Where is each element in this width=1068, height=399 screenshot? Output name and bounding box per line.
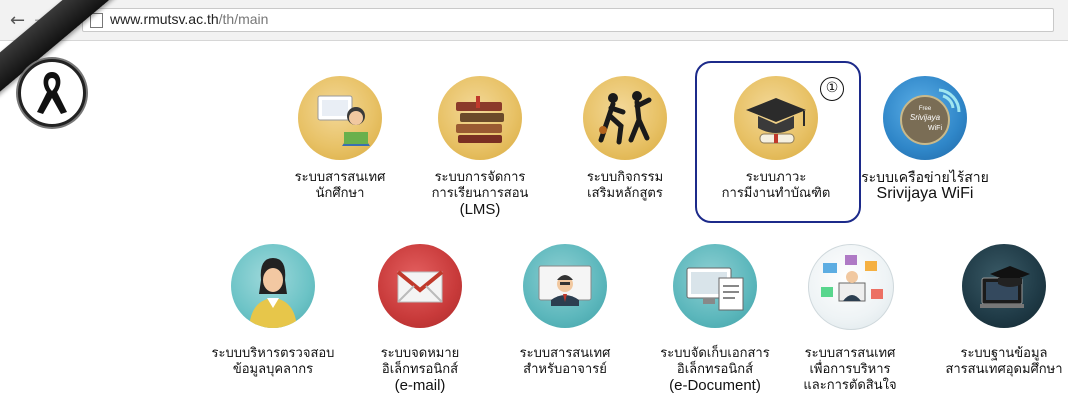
books-icon [438, 76, 522, 160]
tile-label: ระบบจัดเก็บเอกสาร อิเล็กทรอนิกส์ (e-Docu… [640, 346, 790, 394]
tile-label: ระบบสารสนเทศ เพื่อการบริหาร และการตัดสิน… [785, 346, 915, 394]
wifi-icon: Free Srivijaya WiFi [883, 76, 967, 160]
wifi-badge-text-1: Free [919, 106, 932, 112]
tile-label-line3: (LMS) [459, 201, 501, 218]
tile-management-info[interactable]: ระบบสารสนเทศ เพื่อการบริหาร และการตัดสิน… [785, 244, 915, 399]
tile-label-line2: การเรียนการสอน [431, 186, 529, 201]
tile-activities[interactable]: ระบบกิจกรรม เสริมหลักสูตร [565, 76, 685, 206]
tile-personnel[interactable]: ระบบบริหารตรวจสอบ ข้อมูลบุคลากร [198, 244, 348, 384]
tile-higher-ed-database[interactable]: ระบบฐานข้อมูล สารสนเทศอุดมศึกษา [940, 244, 1068, 384]
tile-label-line3: (e-Document) [669, 377, 761, 394]
tile-label: ระบบการจัดการ การเรียนการสอน (LMS) [415, 170, 545, 218]
tile-label: ระบบบริหารตรวจสอบ ข้อมูลบุคลากร [198, 346, 348, 378]
tile-e-document[interactable]: ระบบจัดเก็บเอกสาร อิเล็กทรอนิกส์ (e-Docu… [640, 244, 790, 394]
tile-label-line1: ระบบสารสนเทศ [804, 346, 896, 361]
tile-label-line2: สารสนเทศอุดมศึกษา [945, 362, 1063, 377]
tile-label-line1: ระบบจัดเก็บเอกสาร [660, 346, 770, 361]
tile-label: ระบบภาวะ การมีงานทำบัณฑิต [711, 170, 841, 202]
database-icon [962, 244, 1046, 328]
tile-wifi[interactable]: Free Srivijaya WiFi ระบบเครือข่ายไร้สาย … [855, 76, 995, 216]
url-path: /th/main [218, 11, 269, 27]
wifi-badge-text-3: WiFi [928, 125, 942, 132]
tile-label-line1: ระบบจดหมาย [380, 346, 460, 361]
url-text: www.rmutsv.ac.th/th/main [110, 11, 268, 27]
tile-label: ระบบกิจกรรม เสริมหลักสูตร [565, 170, 685, 202]
mourning-ribbon-icon [18, 59, 86, 127]
graduation-cap-icon [734, 76, 818, 160]
tile-label-line2: เสริมหลักสูตร [587, 186, 663, 201]
tile-email[interactable]: ระบบจดหมาย อิเล็กทรอนิกส์ (e-mail) [355, 244, 485, 394]
tile-label-line2: อิเล็กทรอนิกส์ [676, 362, 754, 377]
wifi-badge-text-2: Srivijaya [910, 113, 941, 122]
tile-student-info[interactable]: ระบบสารสนเทศ นักศึกษา [280, 76, 400, 206]
tile-label-line1: ระบบบริหารตรวจสอบ [211, 346, 335, 361]
back-icon[interactable]: ← [10, 10, 25, 31]
document-icon [673, 244, 757, 328]
tile-label: ระบบจดหมาย อิเล็กทรอนิกส์ (e-mail) [355, 346, 485, 394]
browser-toolbar: ← → C www.rmutsv.ac.th/th/main [0, 0, 1068, 41]
tile-label-line2: นักศึกษา [315, 186, 365, 201]
tile-label-line2: Srivijaya WiFi [876, 185, 974, 202]
sports-icon [583, 76, 667, 160]
tile-lms[interactable]: ระบบการจัดการ การเรียนการสอน (LMS) [415, 76, 545, 226]
tile-label-line2: การมีงานทำบัณฑิต [721, 186, 831, 201]
tile-label: ระบบเครือข่ายไร้สาย Srivijaya WiFi [855, 170, 995, 202]
tile-label-line1: ระบบสารสนเทศ [519, 346, 611, 361]
page-icon [90, 13, 103, 28]
envelope-icon [378, 244, 462, 328]
tile-label-line2: อิเล็กทรอนิกส์ [381, 362, 459, 377]
tile-label-line2: เพื่อการบริหาร [809, 362, 891, 377]
url-host: www.rmutsv.ac.th [110, 11, 219, 27]
tile-label-line2: ข้อมูลบุคลากร [232, 362, 314, 377]
tile-label-line1: ระบบสารสนเทศ [294, 170, 386, 185]
tile-label-line1: ระบบเครือข่ายไร้สาย [861, 170, 989, 186]
tile-label: ระบบฐานข้อมูล สารสนเทศอุดมศึกษา [940, 346, 1068, 378]
address-bar[interactable]: www.rmutsv.ac.th/th/main [82, 8, 1054, 32]
tile-graduate-employment[interactable]: ระบบภาวะ การมีงานทำบัณฑิต [711, 76, 841, 206]
tile-label-line1: ระบบกิจกรรม [586, 170, 664, 185]
person-icon [231, 244, 315, 328]
tile-label-line1: ระบบการจัดการ [434, 170, 526, 185]
tile-label-line2: สำหรับอาจารย์ [523, 362, 607, 377]
tile-label: ระบบสารสนเทศ นักศึกษา [280, 170, 400, 202]
tile-label-line3: และการตัดสินใจ [803, 378, 897, 393]
management-icon [808, 244, 894, 330]
tile-teacher-info[interactable]: ระบบสารสนเทศ สำหรับอาจารย์ [500, 244, 630, 384]
tile-label-line1: ระบบฐานข้อมูล [960, 346, 1048, 361]
tile-label-line3: (e-mail) [394, 377, 446, 394]
main-content: ระบบสารสนเทศ นักศึกษา ระบบการจัดการ การเ… [0, 0, 1068, 399]
tile-label-line1: ระบบภาวะ [745, 170, 807, 185]
tile-label: ระบบสารสนเทศ สำหรับอาจารย์ [500, 346, 630, 378]
teacher-icon [523, 244, 607, 328]
student-computer-icon [298, 76, 382, 160]
